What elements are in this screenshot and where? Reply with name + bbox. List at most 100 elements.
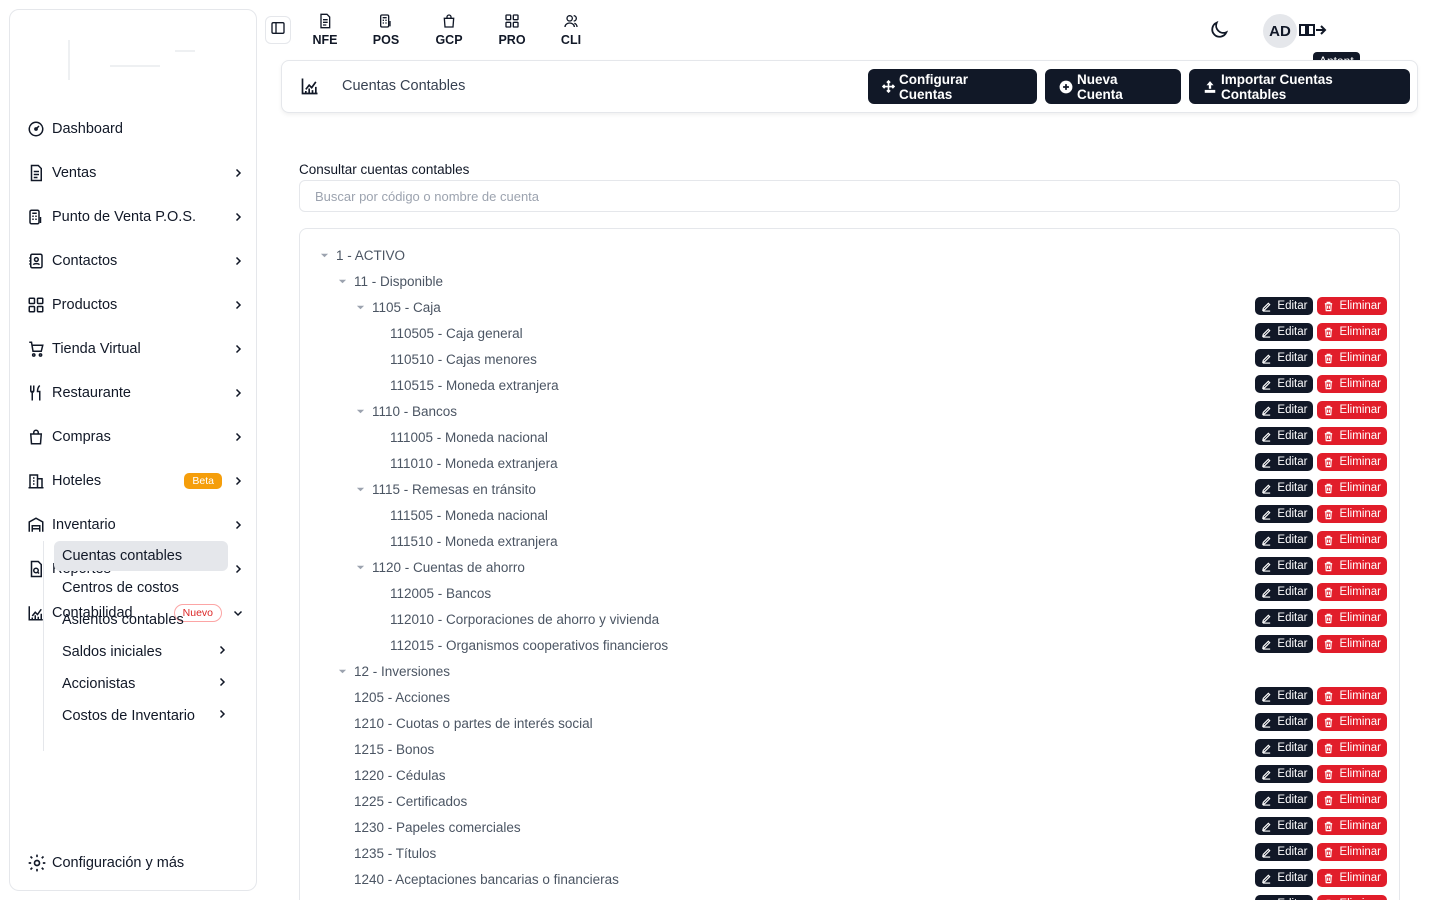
tree-row[interactable]: 1220 - Cédulas Editar Eliminar: [300, 762, 1399, 788]
edit-button[interactable]: Editar: [1255, 843, 1314, 861]
tree-row[interactable]: 1240 - Aceptaciones bancarias o financie…: [300, 866, 1399, 892]
delete-button[interactable]: Eliminar: [1317, 401, 1387, 419]
delete-button[interactable]: Eliminar: [1317, 427, 1387, 445]
edit-button[interactable]: Editar: [1255, 583, 1314, 601]
sidebar-item-inventario[interactable]: Inventario: [26, 510, 246, 540]
avatar[interactable]: AD: [1263, 14, 1297, 48]
edit-button[interactable]: Editar: [1255, 869, 1314, 887]
tree-row[interactable]: 1225 - Certificados Editar Eliminar: [300, 788, 1399, 814]
edit-button[interactable]: Editar: [1255, 557, 1314, 575]
configure-accounts-button[interactable]: Configurar Cuentas: [868, 69, 1037, 104]
edit-button[interactable]: Editar: [1255, 349, 1314, 367]
tree-row[interactable]: 112010 - Corporaciones de ahorro y vivie…: [300, 606, 1399, 632]
tree-row[interactable]: 12 - Inversiones: [300, 658, 1399, 684]
submenu-accionistas[interactable]: Accionistas: [54, 669, 228, 699]
tree-row[interactable]: 111510 - Moneda extranjera Editar Eliminar: [300, 528, 1399, 554]
sidebar-item-dashboard[interactable]: Dashboard: [26, 114, 246, 144]
app-tab-cli[interactable]: CLI: [551, 12, 591, 47]
sidebar-item-hoteles[interactable]: Hoteles Beta: [26, 466, 246, 496]
sidebar-item-pos[interactable]: Punto de Venta P.O.S.: [26, 202, 246, 232]
sidebar-item-tienda-virtual[interactable]: Tienda Virtual: [26, 334, 246, 364]
submenu-centros-costos[interactable]: Centros de costos: [54, 573, 228, 603]
delete-button[interactable]: Eliminar: [1317, 453, 1387, 471]
submenu-costos-inventario[interactable]: Costos de Inventario: [54, 701, 228, 731]
tree-row[interactable]: 111010 - Moneda extranjera Editar Eliminar: [300, 450, 1399, 476]
edit-button[interactable]: Editar: [1255, 791, 1314, 809]
delete-button[interactable]: Eliminar: [1317, 505, 1387, 523]
app-tab-pos[interactable]: POS: [366, 12, 406, 47]
tree-row[interactable]: 11 - Disponible: [300, 268, 1399, 294]
delete-button[interactable]: Eliminar: [1317, 349, 1387, 367]
delete-button[interactable]: Eliminar: [1317, 687, 1387, 705]
tree-row[interactable]: 110515 - Moneda extranjera Editar Eliminar: [300, 372, 1399, 398]
edit-button[interactable]: Editar: [1255, 895, 1314, 900]
tree-row[interactable]: 110505 - Caja general Editar Eliminar: [300, 320, 1399, 346]
app-tab-gcp[interactable]: GCP: [429, 12, 469, 47]
delete-button[interactable]: Eliminar: [1317, 557, 1387, 575]
app-tab-pro[interactable]: PRO: [492, 12, 532, 47]
tree-row[interactable]: 1230 - Papeles comerciales Editar Eliminar: [300, 814, 1399, 840]
delete-button[interactable]: Eliminar: [1317, 297, 1387, 315]
user-menu-icon[interactable]: [1299, 22, 1327, 41]
edit-button[interactable]: Editar: [1255, 323, 1314, 341]
sidebar-item-restaurante[interactable]: Restaurante: [26, 378, 246, 408]
delete-button[interactable]: Eliminar: [1317, 609, 1387, 627]
tree-row[interactable]: 1215 - Bonos Editar Eliminar: [300, 736, 1399, 762]
caret-down-icon[interactable]: [336, 277, 348, 286]
edit-button[interactable]: Editar: [1255, 375, 1314, 393]
delete-button[interactable]: Eliminar: [1317, 635, 1387, 653]
submenu-asientos-contables[interactable]: Asientos contables: [54, 605, 228, 635]
tree-row[interactable]: 1110 - Bancos Editar Eliminar: [300, 398, 1399, 424]
tree-row[interactable]: 1235 - Títulos Editar Eliminar: [300, 840, 1399, 866]
edit-button[interactable]: Editar: [1255, 297, 1314, 315]
delete-button[interactable]: Eliminar: [1317, 869, 1387, 887]
sidebar-item-productos[interactable]: Productos: [26, 290, 246, 320]
sidebar-item-ventas[interactable]: Ventas: [26, 158, 246, 188]
edit-button[interactable]: Editar: [1255, 609, 1314, 627]
tree-row[interactable]: 1105 - Caja Editar Eliminar: [300, 294, 1399, 320]
config-link[interactable]: Configuración y más: [26, 850, 184, 876]
tree-row[interactable]: 1245 - Derechos fiduciariosEditarElimina…: [300, 892, 1399, 900]
sidebar-toggle-button[interactable]: [265, 16, 291, 44]
submenu-cuentas-contables[interactable]: Cuentas contables: [54, 541, 228, 571]
tree-row[interactable]: 1 - ACTIVO: [300, 242, 1399, 268]
caret-down-icon[interactable]: [354, 485, 366, 494]
delete-button[interactable]: Eliminar: [1317, 817, 1387, 835]
tree-row[interactable]: 112015 - Organismos cooperativos financi…: [300, 632, 1399, 658]
tree-row[interactable]: 1210 - Cuotas o partes de interés social…: [300, 710, 1399, 736]
search-input[interactable]: [299, 180, 1400, 212]
edit-button[interactable]: Editar: [1255, 531, 1314, 549]
delete-button[interactable]: Eliminar: [1317, 479, 1387, 497]
tree-row[interactable]: 111505 - Moneda nacional Editar Eliminar: [300, 502, 1399, 528]
tree-row[interactable]: 112005 - Bancos Editar Eliminar: [300, 580, 1399, 606]
tree-row[interactable]: 1205 - Acciones Editar Eliminar: [300, 684, 1399, 710]
edit-button[interactable]: Editar: [1255, 817, 1314, 835]
import-accounts-button[interactable]: Importar Cuentas Contables: [1189, 69, 1410, 104]
delete-button[interactable]: Eliminar: [1317, 843, 1387, 861]
edit-button[interactable]: Editar: [1255, 453, 1314, 471]
edit-button[interactable]: Editar: [1255, 427, 1314, 445]
caret-down-icon[interactable]: [354, 563, 366, 572]
edit-button[interactable]: Editar: [1255, 765, 1314, 783]
delete-button[interactable]: Eliminar: [1317, 739, 1387, 757]
tree-row[interactable]: 1115 - Remesas en tránsito Editar Eliminar: [300, 476, 1399, 502]
submenu-saldos-iniciales[interactable]: Saldos iniciales: [54, 637, 228, 667]
delete-button[interactable]: Eliminar: [1317, 713, 1387, 731]
delete-button[interactable]: Eliminar: [1317, 375, 1387, 393]
tree-row[interactable]: 110510 - Cajas menores Editar Eliminar: [300, 346, 1399, 372]
delete-button[interactable]: Eliminar: [1317, 895, 1387, 900]
delete-button[interactable]: Eliminar: [1317, 531, 1387, 549]
dark-mode-toggle[interactable]: [1208, 19, 1230, 46]
edit-button[interactable]: Editar: [1255, 713, 1314, 731]
tree-row[interactable]: 1120 - Cuentas de ahorro Editar Eliminar: [300, 554, 1399, 580]
edit-button[interactable]: Editar: [1255, 739, 1314, 757]
caret-down-icon[interactable]: [336, 667, 348, 676]
caret-down-icon[interactable]: [354, 303, 366, 312]
app-tab-nfe[interactable]: NFE: [305, 12, 345, 47]
sidebar-item-compras[interactable]: Compras: [26, 422, 246, 452]
edit-button[interactable]: Editar: [1255, 635, 1314, 653]
delete-button[interactable]: Eliminar: [1317, 323, 1387, 341]
caret-down-icon[interactable]: [318, 251, 330, 260]
delete-button[interactable]: Eliminar: [1317, 765, 1387, 783]
edit-button[interactable]: Editar: [1255, 687, 1314, 705]
